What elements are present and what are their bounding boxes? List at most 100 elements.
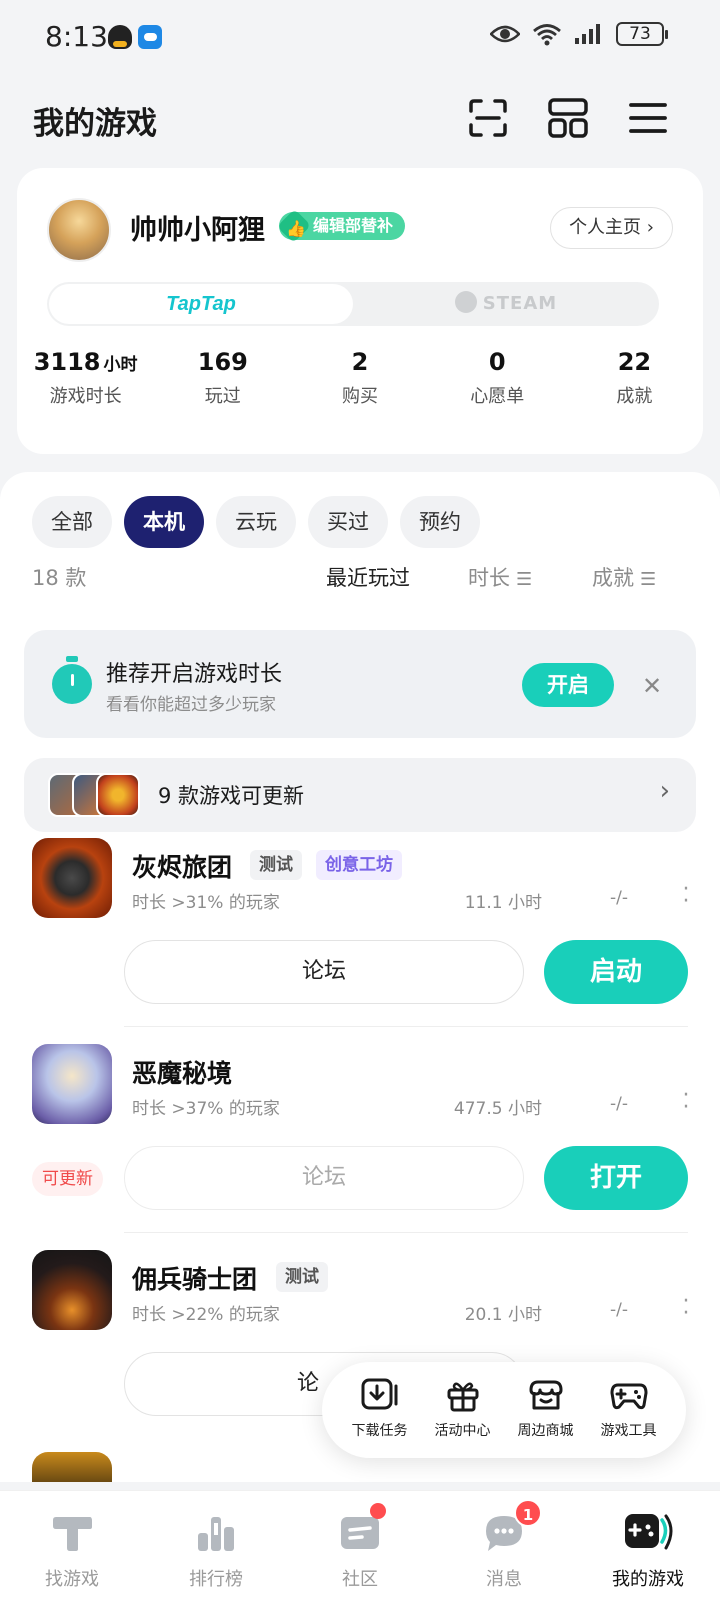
- game-hours: 477.5 小时: [453, 1099, 542, 1119]
- more-options-icon[interactable]: · ·: [676, 1085, 696, 1119]
- stat-purchased[interactable]: 2 购买: [291, 348, 428, 408]
- qt-label: 周边商城: [517, 1423, 574, 1439]
- nav-ranking[interactable]: 排行榜: [144, 1491, 288, 1602]
- quick-tools-popover: 下载任务 活动中心 周边商城 游戏工具: [322, 1362, 686, 1458]
- game-icon-demon-realm[interactable]: [32, 1044, 112, 1124]
- sort-recent[interactable]: 最近玩过: [326, 562, 410, 592]
- activity-center-button[interactable]: 活动中心: [423, 1376, 503, 1458]
- status-indicators: 73: [490, 22, 668, 46]
- header-actions: [468, 98, 668, 138]
- filter-local[interactable]: 本机: [124, 496, 204, 548]
- filter-cloud[interactable]: 云玩: [216, 496, 296, 548]
- close-icon[interactable]: ✕: [632, 666, 672, 706]
- game-achievements: -/-: [610, 1300, 628, 1320]
- signal-icon: [575, 24, 600, 44]
- game-title[interactable]: 恶魔秘境: [132, 1054, 232, 1090]
- platform-switch: TapTap STEAM: [47, 282, 659, 326]
- editor-badge[interactable]: 👍 编辑部替补: [276, 208, 406, 244]
- stat-wishlist[interactable]: 0 心愿单: [429, 348, 566, 408]
- game-title[interactable]: 佣兵骑士团: [132, 1260, 257, 1296]
- qq-notification-icon: [108, 25, 132, 49]
- badge-label: 编辑部替补: [313, 216, 394, 235]
- qt-label: 下载任务: [351, 1423, 408, 1439]
- platform-tab-steam[interactable]: STEAM: [353, 282, 659, 326]
- download-tasks-button[interactable]: 下载任务: [340, 1376, 420, 1458]
- divider: [124, 1026, 688, 1027]
- stat-value: 3118: [33, 348, 101, 376]
- stat-unit: 小时: [103, 355, 138, 375]
- username[interactable]: 帅帅小阿狸: [130, 208, 265, 247]
- game-icon-mercenary-knights[interactable]: [32, 1250, 112, 1330]
- stopwatch-icon: [52, 656, 92, 704]
- sort-achievements[interactable]: 成就 ☰: [592, 562, 656, 592]
- stat-played[interactable]: 169 玩过: [154, 348, 291, 408]
- community-unread-dot: [370, 1503, 386, 1519]
- nav-label: 找游戏: [45, 1569, 99, 1590]
- scan-button[interactable]: [468, 98, 508, 138]
- more-options-icon[interactable]: · ·: [676, 879, 696, 913]
- enable-button[interactable]: 开启: [522, 663, 614, 707]
- game-percentile: 时长 >22% 的玩家: [132, 1305, 280, 1325]
- stat-playtime[interactable]: 3118 小时 游戏时长: [17, 348, 154, 408]
- status-bar: 8:13 73: [0, 0, 720, 76]
- stat-value: 0: [488, 348, 506, 376]
- thumbs-up-icon: 👍: [286, 219, 306, 238]
- playtime-tracking-banner: 推荐开启游戏时长 看看你能超过多少玩家 开启 ✕: [24, 630, 696, 738]
- forum-button[interactable]: 论坛: [124, 1146, 524, 1210]
- game-icon-ashes-legion[interactable]: [32, 838, 112, 918]
- homepage-label: 个人主页: [569, 217, 642, 238]
- weather-notification-icon: [138, 25, 162, 49]
- profile-card: 帅帅小阿狸 👍 编辑部替补 个人主页 › TapTap STEAM 3118 小时…: [17, 168, 703, 454]
- qt-label: 活动中心: [434, 1423, 491, 1439]
- updates-banner[interactable]: 9 款游戏可更新 ›: [24, 758, 696, 832]
- bottom-nav: 找游戏 排行榜 社区 1 消息 我的游戏: [0, 1490, 720, 1602]
- filter-all[interactable]: 全部: [32, 496, 112, 548]
- avatar[interactable]: [47, 198, 111, 262]
- game-icon-partial[interactable]: [32, 1452, 112, 1482]
- nav-label: 社区: [342, 1569, 378, 1590]
- nav-community[interactable]: 社区: [288, 1491, 432, 1602]
- wifi-icon: [533, 24, 561, 46]
- launch-button[interactable]: 启动: [544, 940, 688, 1004]
- game-item: 恶魔秘境 时长 >37% 的玩家 477.5 小时 -/- · · 可更新 论坛 …: [0, 1044, 720, 1240]
- stat-value: 2: [351, 348, 369, 376]
- games-sheet: 全部 本机 云玩 买过 预约 18 款 最近玩过 时长 ☰ 成就 ☰ 推荐开启游戏时…: [0, 472, 720, 1482]
- sort-order-icon: ☰: [516, 569, 533, 590]
- stat-achievements[interactable]: 22 成就: [566, 348, 703, 408]
- find-games-icon: [53, 1517, 92, 1551]
- nav-find-games[interactable]: 找游戏: [0, 1491, 144, 1602]
- forum-button[interactable]: 论坛: [124, 940, 524, 1004]
- stat-value: 22: [617, 348, 652, 376]
- game-tools-button[interactable]: 游戏工具: [589, 1376, 669, 1458]
- stat-value: 169: [197, 348, 248, 376]
- layout-grid-icon: [548, 98, 588, 138]
- sort-duration-label: 时长: [468, 566, 510, 590]
- tag-test: 测试: [276, 1262, 328, 1292]
- game-percentile: 时长 >37% 的玩家: [132, 1099, 280, 1119]
- filter-bought[interactable]: 买过: [308, 496, 388, 548]
- filter-reserved[interactable]: 预约: [400, 496, 480, 548]
- messages-unread-badge: 1: [514, 1499, 542, 1527]
- platform-tab-taptap[interactable]: TapTap: [49, 284, 353, 324]
- nav-my-games[interactable]: 我的游戏: [576, 1491, 720, 1602]
- game-title[interactable]: 灰烬旅团: [132, 848, 232, 884]
- homepage-button[interactable]: 个人主页 ›: [550, 207, 673, 249]
- nav-label: 消息: [486, 1569, 522, 1590]
- game-achievements: -/-: [610, 1094, 628, 1114]
- nav-messages[interactable]: 1 消息: [432, 1491, 576, 1602]
- open-button[interactable]: 打开: [544, 1146, 688, 1210]
- nav-label: 排行榜: [189, 1569, 243, 1590]
- more-options-icon[interactable]: · ·: [676, 1291, 696, 1325]
- sort-duration[interactable]: 时长 ☰: [468, 562, 532, 592]
- game-hours: 20.1 小时: [464, 1305, 542, 1325]
- game-achievements: -/-: [610, 888, 628, 908]
- stats-row: 3118 小时 游戏时长 169 玩过 2 购买 0 心愿单 22 成就: [17, 348, 703, 408]
- merch-store-button[interactable]: 周边商城: [506, 1376, 586, 1458]
- scan-icon: [469, 99, 507, 137]
- menu-button[interactable]: [628, 98, 668, 138]
- sort-bar: 18 款 最近玩过 时长 ☰ 成就 ☰: [32, 562, 692, 594]
- game-hours: 11.1 小时: [464, 893, 542, 913]
- ranking-icon: [198, 1517, 234, 1551]
- layout-toggle-button[interactable]: [548, 98, 588, 138]
- game-percentile: 时长 >31% 的玩家: [132, 893, 280, 913]
